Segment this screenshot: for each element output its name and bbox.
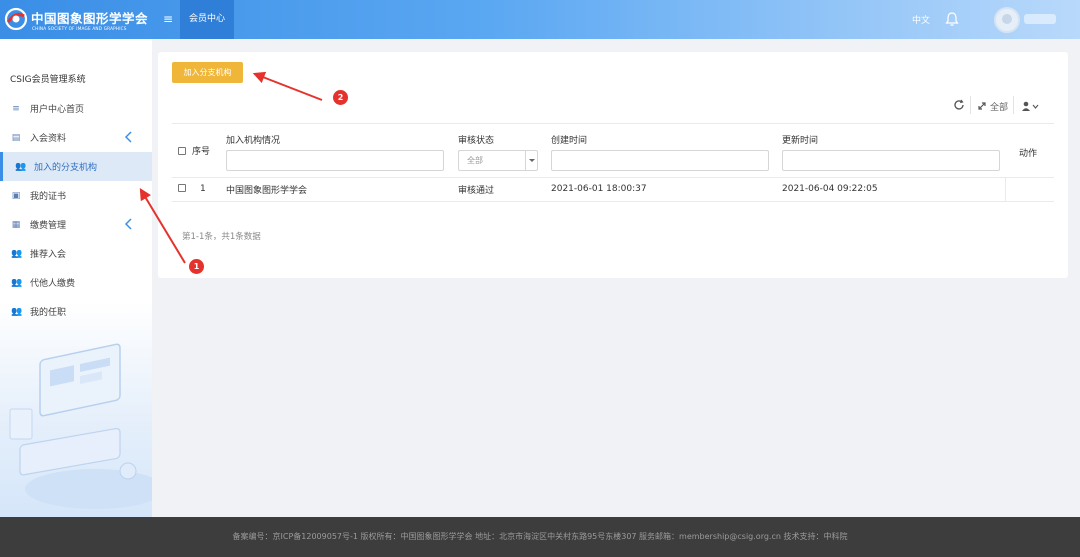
row-status: 审核通过 bbox=[444, 177, 538, 202]
expand-icon bbox=[978, 102, 986, 110]
sidebar-item-label: 缴费管理 bbox=[30, 221, 67, 231]
toolbar-divider bbox=[1013, 96, 1014, 114]
filter-cell-updated bbox=[769, 147, 1005, 178]
sidebar-item-my-positions[interactable]: 👥 我的任职 bbox=[0, 297, 152, 326]
logo-icon bbox=[4, 7, 28, 31]
form-icon: ▤ bbox=[11, 132, 21, 143]
status-filter-value: 全部 bbox=[467, 155, 483, 165]
col-header-org[interactable]: 加入机构情况 bbox=[212, 124, 444, 148]
expand-all-button[interactable]: 全部 bbox=[977, 99, 1008, 113]
sidebar-item-label: 入会资料 bbox=[30, 134, 67, 144]
select-all-checkbox[interactable] bbox=[178, 146, 186, 155]
row-org: 中国图象图形学学会 bbox=[212, 177, 444, 202]
username-blurred[interactable] bbox=[1024, 14, 1056, 24]
pagination-info: 第1-1条，共1条数据 bbox=[182, 232, 261, 242]
annotation-badge-1: 1 bbox=[189, 259, 204, 274]
col-header-action: 动作 bbox=[1005, 123, 1054, 178]
hamburger-icon[interactable]: ≡ bbox=[163, 12, 175, 26]
users-icon: 👥 bbox=[11, 306, 23, 317]
select-all-cell bbox=[172, 123, 192, 178]
annotation-badge-2: 2 bbox=[333, 90, 348, 105]
bell-icon[interactable] bbox=[945, 11, 959, 27]
row-created: 2021-06-01 18:00:37 bbox=[538, 177, 769, 202]
tab-member-center[interactable]: 会员中心 bbox=[180, 0, 235, 39]
logo[interactable]: 中国图象图形学学会 CHINA SOCIETY OF IMAGE AND GRA… bbox=[4, 5, 154, 35]
sidebar-item-my-certificate[interactable]: ▣ 我的证书 bbox=[0, 181, 152, 210]
toolbar-divider bbox=[970, 96, 971, 114]
org-filter-input[interactable] bbox=[226, 149, 444, 171]
system-title: CSIG会员管理系统 bbox=[10, 75, 86, 85]
main-panel: 加入分支机构 全部 序号 加入机构情况 审核状态 创建时间 更新时间 动作 全部… bbox=[158, 52, 1068, 278]
table-row[interactable]: 1 中国图象图形学学会 审核通过 2021-06-01 18:00:37 202… bbox=[172, 177, 1054, 202]
join-branch-button[interactable]: 加入分支机构 bbox=[172, 62, 243, 83]
sidebar-item-label: 我的任职 bbox=[30, 308, 67, 318]
status-filter-select[interactable]: 全部 bbox=[458, 149, 538, 171]
filter-cell-org bbox=[212, 147, 444, 178]
chevron-left-icon bbox=[124, 218, 132, 230]
certificate-icon: ▣ bbox=[11, 190, 21, 201]
row-updated: 2021-06-04 09:22:05 bbox=[769, 177, 1006, 202]
logo-subtitle: CHINA SOCIETY OF IMAGE AND GRAPHICS bbox=[32, 26, 127, 31]
logo-title: 中国图象图形学学会 bbox=[31, 11, 149, 26]
branch-table: 序号 加入机构情况 审核状态 创建时间 更新时间 动作 全部 1 中国图象图形学… bbox=[172, 123, 1054, 202]
row-action bbox=[1005, 177, 1054, 202]
top-header: 中国图象图形学学会 CHINA SOCIETY OF IMAGE AND GRA… bbox=[0, 0, 1080, 39]
col-header-updated[interactable]: 更新时间 bbox=[769, 124, 1005, 148]
sidebar-item-pay-for-others[interactable]: 👥 代他人缴费 bbox=[0, 268, 152, 297]
sidebar: CSIG会员管理系统 ≡ 用户中心首页 ▤ 入会资料 👥 加入的分支机构 ▣ 我… bbox=[0, 39, 152, 517]
col-header-index[interactable]: 序号 bbox=[192, 123, 212, 178]
sidebar-item-joined-branches[interactable]: 👥 加入的分支机构 bbox=[0, 152, 152, 181]
sidebar-item-recommend-member[interactable]: 👥 推荐入会 bbox=[0, 239, 152, 268]
row-index: 1 bbox=[192, 177, 212, 202]
sidebar-item-payment-management[interactable]: ▦ 缴费管理 bbox=[0, 210, 152, 239]
created-filter-input[interactable] bbox=[551, 149, 769, 171]
filter-cell-status: 全部 bbox=[444, 147, 538, 178]
users-icon: 👥 bbox=[11, 277, 23, 288]
menu-icon: ≡ bbox=[12, 103, 20, 114]
sidebar-item-user-center-home[interactable]: ≡ 用户中心首页 bbox=[0, 94, 152, 123]
refresh-icon[interactable] bbox=[953, 99, 965, 111]
users-icon: 👥 bbox=[15, 161, 27, 172]
sidebar-item-label: 代他人缴费 bbox=[30, 279, 76, 289]
sidebar-item-label: 我的证书 bbox=[30, 192, 67, 202]
expand-label: 全部 bbox=[990, 102, 1009, 113]
avatar[interactable] bbox=[994, 7, 1020, 33]
decorative-illustration bbox=[9, 343, 152, 509]
footer: 备案编号：京ICP备12009057号-1 版权所有：中国图象图形学学会 地址：… bbox=[0, 517, 1080, 557]
col-header-status[interactable]: 审核状态 bbox=[444, 124, 538, 148]
sidebar-item-label: 用户中心首页 bbox=[30, 105, 85, 115]
row-select-cell bbox=[172, 177, 192, 202]
payment-icon: ▦ bbox=[11, 219, 21, 230]
chevron-down-icon bbox=[525, 150, 537, 170]
column-select-button[interactable] bbox=[1021, 99, 1039, 113]
users-icon: 👥 bbox=[11, 248, 23, 259]
filter-cell-created bbox=[538, 147, 769, 178]
sidebar-item-label: 推荐入会 bbox=[30, 250, 67, 260]
chevron-left-icon bbox=[124, 131, 132, 143]
language-switch[interactable]: 中文 bbox=[912, 13, 930, 26]
sidebar-item-label: 加入的分支机构 bbox=[34, 163, 98, 173]
user-columns-icon bbox=[1022, 101, 1039, 111]
sidebar-item-membership-info[interactable]: ▤ 入会资料 bbox=[0, 123, 152, 152]
updated-filter-input[interactable] bbox=[782, 149, 1000, 171]
col-header-created[interactable]: 创建时间 bbox=[538, 124, 769, 148]
row-checkbox[interactable] bbox=[178, 183, 186, 192]
